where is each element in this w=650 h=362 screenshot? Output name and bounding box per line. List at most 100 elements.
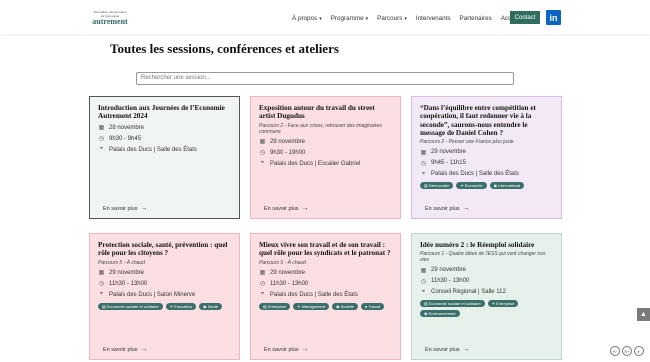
read-more-link[interactable]: En savoir plus → <box>425 205 470 212</box>
nav-item-partenaires[interactable]: Partenaires <box>460 15 492 22</box>
session-card[interactable]: Idée numéro 2 : le Réemploi solidaire Par… <box>411 233 562 360</box>
session-tags: ▤ Economie sociale et solidaire ✦ Entrepr… <box>420 300 553 318</box>
read-more-link[interactable]: En savoir plus → <box>264 346 309 353</box>
scroll-top-button[interactable]: ▲ <box>637 308 650 321</box>
arrow-right-icon: → <box>462 346 470 353</box>
arrow-right-icon: → <box>301 346 309 353</box>
tag-badge[interactable]: ▤ Démocratie <box>420 182 454 190</box>
session-date: ▦ 29 novembre <box>259 269 306 277</box>
session-tags: ▤ Démocratie ✦ Economie ◉ International <box>420 182 553 190</box>
chevron-down-icon: ▾ <box>319 15 322 22</box>
session-card[interactable]: Mieux vivre son travail et de son travai… <box>250 233 401 360</box>
nav-item-parcours[interactable]: Parcours ▾ <box>377 15 407 22</box>
session-time: ◷ 11h30 - 13h00 <box>420 278 470 285</box>
tag-badge[interactable]: ✦ Economie <box>456 182 487 190</box>
linkedin-icon[interactable]: in <box>546 10 561 25</box>
tag-badge[interactable]: ▤ Economie sociale et solidaire <box>420 300 485 308</box>
clock-icon: ◷ <box>259 150 266 157</box>
logo-wordmark: autrement <box>92 17 128 26</box>
chevron-down-icon: ▾ <box>404 15 407 22</box>
session-card[interactable]: Protection sociale, santé, prévention : … <box>89 233 240 360</box>
tag-badge[interactable]: ◉ Environnement <box>420 310 460 318</box>
session-parcours: Parcours 2 - Face aux crises, retrouver … <box>259 122 382 135</box>
clock-icon: ◷ <box>98 136 105 143</box>
arrow-right-icon: → <box>462 205 470 212</box>
tag-badge[interactable]: ◉ Santé <box>198 302 223 310</box>
session-place: ⌖ Palais des Ducs | Salle des États <box>260 291 358 298</box>
session-time: ◷ 9h30 - 19h00 <box>259 149 306 157</box>
clock-icon: ◷ <box>259 281 266 288</box>
site-logo[interactable]: 10e édition des journées de l'économie a… <box>88 10 132 27</box>
clock-icon: ◷ <box>420 160 427 167</box>
nav-item-intervenants[interactable]: Intervenants <box>416 15 451 22</box>
session-parcours: Parcours 5 - À chaud <box>98 259 145 266</box>
decrease-font-button[interactable]: A- <box>610 346 620 356</box>
session-date: ▦ 29 novembre <box>420 267 467 274</box>
site-header: 10e édition des journées de l'économie a… <box>0 0 650 34</box>
session-tags: ▤ Economie sociale et solidaire ✦ Educati… <box>98 302 231 310</box>
session-place: ⌖ Palais des Ducs | Salle des États <box>421 170 519 178</box>
calendar-icon: ▦ <box>98 270 105 277</box>
session-time: ◷ 11h30 - 13h00 <box>98 280 148 288</box>
clock-icon: ◷ <box>98 281 105 288</box>
contrast-button[interactable]: ◐ <box>634 346 644 356</box>
session-title[interactable]: Introduction aux Journées de l’Economie … <box>98 104 231 121</box>
session-place: ⌖ Conseil Régional | Salle 112 <box>421 288 506 296</box>
session-time: ◷ 9h30 - 9h45 <box>98 135 142 143</box>
session-title[interactable]: Protection sociale, santé, prévention : … <box>98 241 231 258</box>
session-date: ▦ 29 novembre <box>259 138 306 146</box>
session-tags: ▤ Entreprise ✦ Management ◉ Société ● Trava… <box>259 302 392 310</box>
session-parcours: Parcours 5 - À chaud <box>259 259 306 266</box>
arrow-right-icon: → <box>140 205 148 212</box>
location-pin-icon: ⌖ <box>260 160 265 167</box>
read-more-link[interactable]: En savoir plus → <box>264 205 309 212</box>
session-place: ⌖ Palais des Ducs | Salle des États <box>99 146 197 153</box>
calendar-icon: ▦ <box>98 125 105 132</box>
location-pin-icon: ⌖ <box>421 170 426 177</box>
session-title[interactable]: Idée numéro 2 : le Réemploi solidaire <box>420 241 553 249</box>
tag-badge[interactable]: ✦ Entreprise <box>487 300 519 308</box>
session-place: ⌖ Palais des Ducs | Escalier Gabriel <box>260 160 361 167</box>
tag-badge[interactable]: ✦ Management <box>293 302 329 310</box>
calendar-icon: ▦ <box>420 267 427 274</box>
location-pin-icon: ⌖ <box>421 288 426 295</box>
session-title[interactable]: Mieux vivre son travail et de son travai… <box>259 241 392 258</box>
tag-badge[interactable]: ▤ Economie sociale et solidaire <box>98 302 163 310</box>
tag-badge[interactable]: ✦ Education <box>165 302 196 310</box>
location-pin-icon: ⌖ <box>260 291 265 298</box>
read-more-link[interactable]: En savoir plus → <box>103 346 148 353</box>
nav-item-programme[interactable]: Programme ▾ <box>331 15 368 22</box>
read-more-link[interactable]: En savoir plus → <box>425 346 470 353</box>
calendar-icon: ▦ <box>259 139 266 146</box>
tag-badge[interactable]: ◉ International <box>489 182 525 190</box>
contact-button[interactable]: Contact <box>510 11 540 24</box>
search-input[interactable]: Rechercher une session... <box>136 72 514 85</box>
session-parcours: Parcours 2 - Penser une France plus just… <box>420 139 514 146</box>
chevron-down-icon: ▾ <box>365 15 369 22</box>
session-title[interactable]: “Dans l’équilibre entre compétition et c… <box>420 104 553 137</box>
tag-badge[interactable]: ◉ Société <box>331 302 358 310</box>
clock-icon: ◷ <box>420 278 427 285</box>
tag-badge[interactable]: ▤ Entreprise <box>259 302 291 310</box>
session-time: ◷ 11h30 - 13h00 <box>259 280 309 288</box>
session-date: ▦ 28 novembre <box>98 124 145 132</box>
nav-item-a-propos[interactable]: À propos ▾ <box>292 15 322 22</box>
session-card[interactable]: Introduction aux Journées de l’Economie … <box>89 96 240 219</box>
session-parcours: Parcours 1 - Quatre idées de l'ESS qui v… <box>420 251 546 264</box>
session-title[interactable]: Exposition autour du travail du street a… <box>259 104 392 121</box>
session-date: ▦ 29 novembre <box>98 269 145 277</box>
main-nav: À propos ▾ Programme ▾ Parcours ▾ Intervena… <box>292 13 518 23</box>
calendar-icon: ▦ <box>420 149 427 156</box>
arrow-right-icon: → <box>301 205 309 212</box>
session-date: ▦ 29 novembre <box>420 149 467 156</box>
read-more-link[interactable]: En savoir plus → <box>103 205 148 212</box>
calendar-icon: ▦ <box>259 270 266 277</box>
session-card[interactable]: “Dans l’équilibre entre compétition et c… <box>411 96 562 219</box>
location-pin-icon: ⌖ <box>99 146 104 153</box>
page-title: Toutes les sessions, conférences et atel… <box>110 41 339 56</box>
arrow-right-icon: → <box>140 346 148 353</box>
tag-badge[interactable]: ● Travail <box>360 302 385 310</box>
session-card[interactable]: Exposition autour du travail du street a… <box>250 96 401 219</box>
increase-font-button[interactable]: A+ <box>622 346 632 356</box>
session-time: ◷ 9h45 - 11h15 <box>420 160 466 167</box>
